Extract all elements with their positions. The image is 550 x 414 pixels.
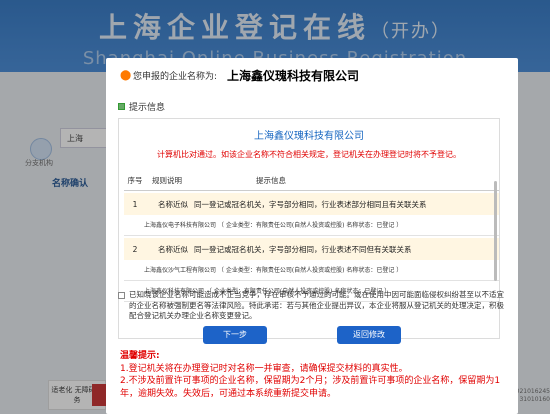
consent-text: 已知晓该企业名称可能造成不正当竞争，存在审核不予通过的可能。或在使用中因可能面临… <box>129 290 504 320</box>
table-row: 2 名称近似 同一登记或冠名机关，字号部分相同，行业表述不同但有关联关系 <box>124 238 499 260</box>
hint-header: 提示信息 <box>118 100 165 113</box>
company-name-value: 上海鑫仪瑰科技有限公司 <box>227 69 360 83</box>
table-header: 序号 规则说明 提示信息 <box>124 171 499 191</box>
table-row-detail: 上海鑫仪沙气工程有限公司 （ 企业类型：有限责任公司(自然人投资或控股) 名称状… <box>124 261 499 281</box>
company-name-row: ⬤ 您申报的企业名称为: 上海鑫仪瑰科技有限公司 <box>120 67 359 84</box>
table-row: 1 名称近似 同一登记或冠名机关，字号部分相同，行业表述部分相同且有关联关系 <box>124 193 499 215</box>
table-scrollbar[interactable] <box>494 181 497 281</box>
hint-label: 提示信息 <box>129 103 166 113</box>
consent-checkbox[interactable] <box>118 292 125 299</box>
company-name-label: 您申报的企业名称为: <box>133 72 218 82</box>
card-alert: 计算机比对通过。如该企业名称不符合相关规定，登记机关在办理登记时将不予登记。 <box>157 150 461 159</box>
table-row-detail: 上海鑫仪电子科技有限公司 （ 企业类型：有限责任公司(自然人投资或控股) 名称状… <box>124 216 499 236</box>
name-check-dialog: ⬤ 您申报的企业名称为: 上海鑫仪瑰科技有限公司 提示信息 上海鑫仪瑰科技有限公… <box>106 58 518 414</box>
card-title: 上海鑫仪瑰科技有限公司 <box>254 131 364 142</box>
tip-item: 2.不涉及前置许可事项的企业名称，保留期为2个月；涉及前置许可事项的企业名称，保… <box>120 376 501 399</box>
tips-title: 温馨提示: <box>120 351 160 361</box>
location-pin-icon: ⬤ <box>120 70 132 81</box>
col-info: 提示信息 <box>256 176 286 185</box>
col-rule: 规则说明 <box>152 176 182 185</box>
consent-row: 已知晓该企业名称可能造成不正当竞争，存在审核不予通过的可能。或在使用中因可能面临… <box>118 290 506 322</box>
grid-icon <box>118 103 125 110</box>
tips-block: 温馨提示: 1.登记机关将在办理登记时对名称一并审查，请确保提交材料的真实性。 … <box>120 350 510 400</box>
next-button[interactable]: 下一步 <box>203 326 267 344</box>
back-edit-button[interactable]: 返回修改 <box>337 326 401 344</box>
tip-item: 1.登记机关将在办理登记时对名称一并审查，请确保提交材料的真实性。 <box>120 363 408 374</box>
col-num: 序号 <box>127 176 143 185</box>
